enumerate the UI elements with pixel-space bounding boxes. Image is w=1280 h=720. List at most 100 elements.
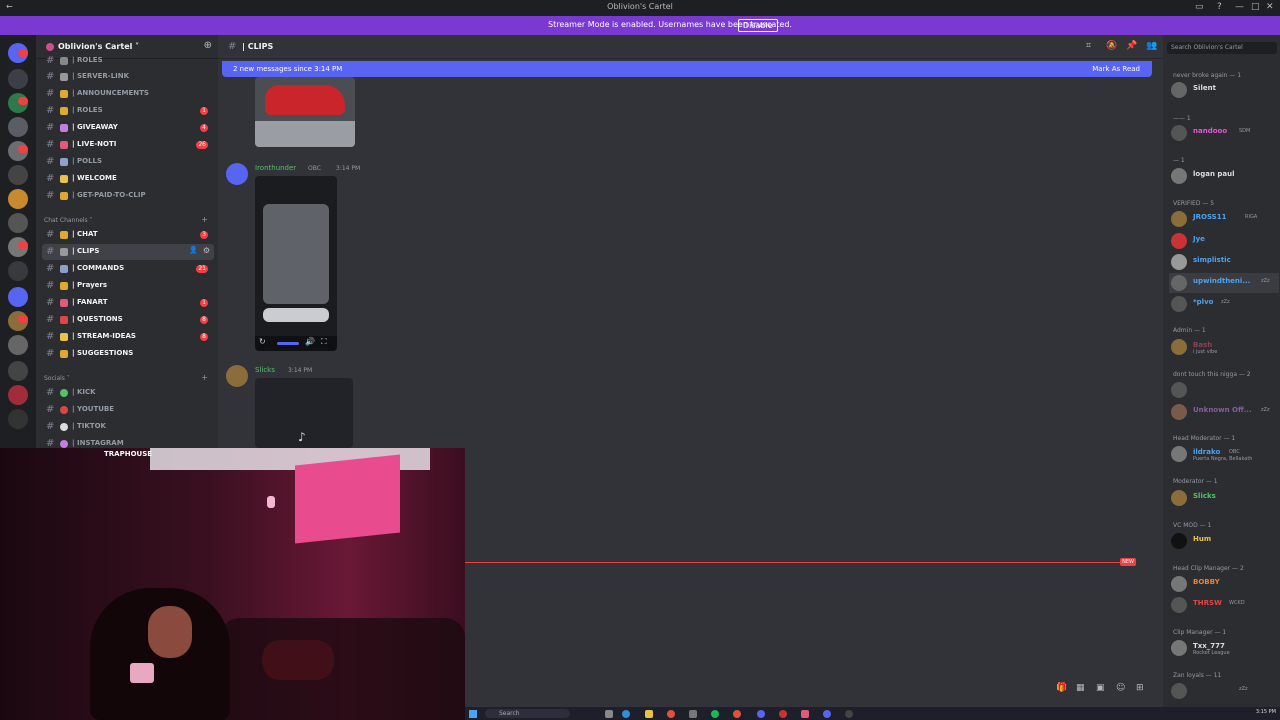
- settings-gear-icon[interactable]: ⚙: [203, 246, 210, 255]
- server-icon[interactable]: [8, 213, 28, 233]
- server-icon[interactable]: [8, 117, 28, 137]
- maximize-button[interactable]: □: [1251, 2, 1260, 12]
- pin-icon[interactable]: 📌: [1126, 41, 1137, 51]
- create-channel-icon[interactable]: +: [201, 373, 208, 382]
- task-view-icon[interactable]: [605, 710, 613, 718]
- channel-live-noti[interactable]: # | LIVE-NOTI 26: [42, 137, 214, 153]
- member-item[interactable]: JROSS11 RIGA: [1169, 209, 1279, 229]
- member-item[interactable]: Txx_777 Rocket League: [1169, 638, 1279, 658]
- channel-roles-top[interactable]: # | ROLES: [42, 53, 214, 69]
- chrome-icon[interactable]: [667, 710, 675, 718]
- channel-server-link[interactable]: # | SERVER-LINK: [42, 69, 214, 85]
- obs-icon[interactable]: [845, 710, 853, 718]
- member-item[interactable]: Unknown Off... zZz: [1169, 402, 1279, 422]
- phone-screenshot[interactable]: ↻ 🔊 ⛶: [255, 176, 337, 351]
- avatar[interactable]: [226, 163, 248, 185]
- apps-icon[interactable]: ⊞: [1136, 683, 1144, 693]
- channel-instagram[interactable]: # | INSTAGRAM: [42, 436, 214, 448]
- app-icon[interactable]: [801, 710, 809, 718]
- member-item[interactable]: Slicks: [1169, 488, 1279, 508]
- server-icon[interactable]: [8, 189, 28, 209]
- search-input[interactable]: Search Oblivion's Cartel: [1167, 42, 1277, 54]
- server-icon[interactable]: [8, 385, 28, 405]
- server-icon[interactable]: [8, 165, 28, 185]
- server-icon[interactable]: [8, 287, 28, 307]
- new-messages-bar[interactable]: 2 new messages since 3:14 PM Mark As Rea…: [222, 61, 1152, 77]
- channel-suggestions[interactable]: # | SUGGESTIONS: [42, 346, 214, 362]
- store-icon[interactable]: [689, 710, 697, 718]
- edge-icon[interactable]: [622, 710, 630, 718]
- app-icon[interactable]: [779, 710, 787, 718]
- channel-commands[interactable]: # | COMMANDS 21: [42, 261, 214, 277]
- member-item[interactable]: simplistic: [1169, 252, 1279, 272]
- disable-streamer-button[interactable]: Disable: [738, 19, 778, 32]
- avatar[interactable]: [226, 365, 248, 387]
- inbox-icon[interactable]: ▭: [1195, 2, 1204, 12]
- channel-roles[interactable]: # | ROLES 1: [42, 103, 214, 119]
- start-icon[interactable]: [469, 710, 477, 718]
- channel-youtube[interactable]: # | YOUTUBE: [42, 402, 214, 418]
- channel-questions[interactable]: # | QUESTIONS 8: [42, 312, 214, 328]
- video-thumbnail[interactable]: [255, 77, 355, 147]
- member-item[interactable]: Jye: [1169, 231, 1279, 251]
- threads-icon[interactable]: ⌗: [1086, 41, 1091, 51]
- gif-icon[interactable]: ▦: [1076, 683, 1085, 693]
- mark-as-read-button[interactable]: Mark As Read: [1092, 65, 1140, 73]
- spotify-icon[interactable]: [711, 710, 719, 718]
- channel-fanart[interactable]: # | FANART 1: [42, 295, 214, 311]
- channel-welcome[interactable]: # | WELCOME: [42, 171, 214, 187]
- member-list-icon[interactable]: 👥: [1146, 41, 1157, 51]
- member-item[interactable]: Silent: [1169, 80, 1279, 100]
- member-item[interactable]: *plvo zZz: [1169, 294, 1279, 314]
- file-explorer-icon[interactable]: [645, 710, 653, 718]
- member-item[interactable]: zZz: [1169, 681, 1279, 701]
- help-icon[interactable]: ?: [1217, 2, 1222, 12]
- member-item[interactable]: THRSW WCKD: [1169, 595, 1279, 615]
- tiktok-video[interactable]: ♪: [255, 378, 353, 448]
- sticker-icon[interactable]: ▣: [1096, 683, 1105, 693]
- channel-polls[interactable]: # | POLLS: [42, 154, 214, 170]
- member-item[interactable]: nandooo SDM: [1169, 123, 1279, 143]
- channel-kick[interactable]: # | KICK: [42, 385, 214, 401]
- message-author[interactable]: Ironthunder: [255, 164, 296, 172]
- channel-stream-ideas[interactable]: # | STREAM-IDEAS 8: [42, 329, 214, 345]
- minimize-button[interactable]: —: [1235, 2, 1244, 12]
- channel-prayers[interactable]: # | Prayers: [42, 278, 214, 294]
- taskbar-search[interactable]: Search: [485, 709, 570, 718]
- server-icon[interactable]: [8, 409, 28, 429]
- replay-icon[interactable]: ↻: [259, 337, 266, 346]
- gift-icon[interactable]: 🎁: [1056, 683, 1067, 693]
- channel-tiktok[interactable]: # | TIKTOK: [42, 419, 214, 435]
- server-icon[interactable]: [8, 335, 28, 355]
- message-author[interactable]: Slicks: [255, 366, 275, 374]
- create-channel-icon[interactable]: +: [201, 215, 208, 224]
- server-icon[interactable]: [8, 261, 28, 281]
- member-item[interactable]: [1169, 380, 1279, 400]
- chrome-icon[interactable]: [733, 710, 741, 718]
- server-icon[interactable]: [8, 361, 28, 381]
- add-member-icon[interactable]: ⊕: [204, 40, 212, 51]
- member-item[interactable]: Bash i just vibe: [1169, 337, 1279, 357]
- member-item[interactable]: Hum: [1169, 531, 1279, 551]
- emoji-icon[interactable]: ☺: [1116, 683, 1125, 693]
- category-socials[interactable]: Socials ˅: [44, 375, 70, 382]
- close-button[interactable]: ✕: [1266, 2, 1274, 12]
- volume-icon[interactable]: 🔊: [305, 337, 315, 346]
- discord-icon[interactable]: [757, 710, 765, 718]
- notification-bell-icon[interactable]: 🔕: [1106, 41, 1117, 51]
- channel-clips[interactable]: # | CLIPS 👤 ⚙: [42, 244, 214, 260]
- fullscreen-icon[interactable]: ⛶: [321, 337, 327, 347]
- member-item[interactable]: ildrako OBC Puerta Negra, Bellakath: [1169, 444, 1279, 464]
- progress-bar[interactable]: [277, 342, 299, 345]
- category-chat-channels[interactable]: Chat Channels ˅: [44, 217, 93, 224]
- discord-icon[interactable]: [823, 710, 831, 718]
- channel-giveaway[interactable]: # | GIVEAWAY 4: [42, 120, 214, 136]
- server-icon[interactable]: [8, 69, 28, 89]
- member-item[interactable]: BOBBY: [1169, 574, 1279, 594]
- invite-icon[interactable]: 👤: [189, 246, 198, 254]
- member-item[interactable]: upwindtheni... zZz: [1169, 273, 1279, 293]
- channel-chat[interactable]: # | CHAT 3: [42, 227, 214, 243]
- channel-get-paid-to-clip[interactable]: # | GET-PAID-TO-CLIP: [42, 188, 214, 204]
- channel-announcements[interactable]: # | ANNOUNCEMENTS: [42, 86, 214, 102]
- member-item[interactable]: logan paul: [1169, 166, 1279, 186]
